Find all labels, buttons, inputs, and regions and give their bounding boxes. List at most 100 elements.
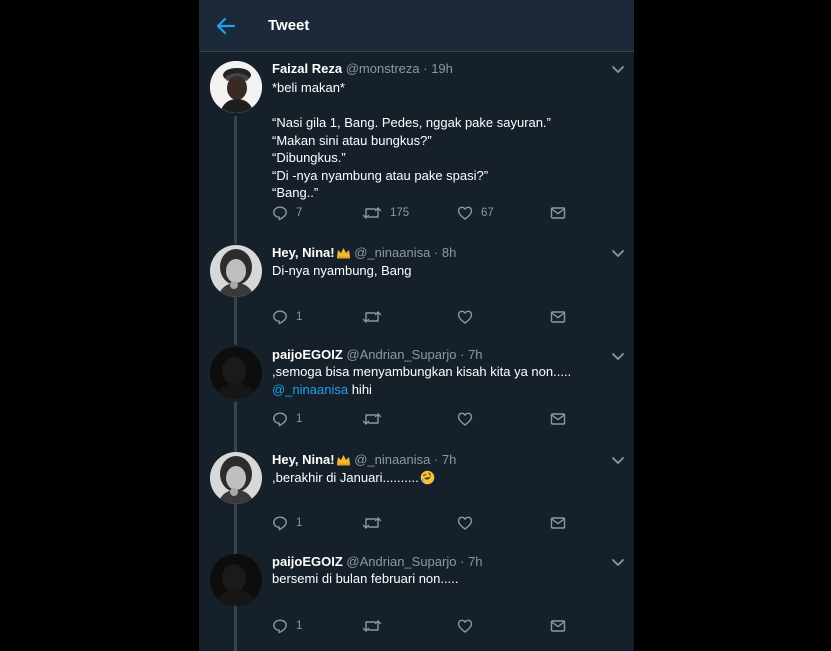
- tweet-text-line: “Makan sini atau bungkus?”: [272, 132, 432, 148]
- tweet[interactable]: Hey, Nina! @_ninaanisa · 8h Di-nya nyamb…: [199, 245, 634, 335]
- tweet-text: ,semoga bisa menyambungkan kisah kita ya…: [272, 363, 571, 398]
- rofl-emoji-icon: [420, 470, 434, 485]
- arrow-left-icon: [216, 17, 236, 35]
- username[interactable]: @_ninaanisa: [354, 245, 430, 260]
- retweet-icon: [362, 517, 382, 529]
- heart-icon: [457, 619, 473, 633]
- separator: ·: [423, 61, 428, 76]
- mention-link[interactable]: @_ninaanisa: [272, 382, 348, 397]
- retweet-button[interactable]: [362, 515, 390, 531]
- reply-button[interactable]: 7: [272, 205, 302, 221]
- chevron-down-icon[interactable]: [610, 556, 626, 570]
- tweet-text-line: Di-nya nyambung, Bang: [272, 263, 412, 278]
- crown-emoji-icon: [336, 248, 350, 259]
- retweet-count: 175: [390, 207, 410, 219]
- timestamp[interactable]: 7h: [468, 347, 482, 362]
- retweet-icon: [362, 620, 382, 632]
- like-button[interactable]: 67: [457, 205, 494, 221]
- tweet-meta: Hey, Nina! @_ninaanisa · 7h: [272, 452, 456, 468]
- timestamp[interactable]: 7h: [468, 554, 482, 569]
- display-name[interactable]: Hey, Nina!: [272, 245, 335, 260]
- username[interactable]: @_ninaanisa: [354, 452, 430, 467]
- direct-message-button[interactable]: [550, 618, 566, 634]
- tweet[interactable]: Hey, Nina! @_ninaanisa · 7h ,berakhir di…: [199, 452, 634, 542]
- mail-icon: [550, 413, 566, 425]
- chevron-down-icon[interactable]: [610, 63, 626, 77]
- display-name[interactable]: paijoEGOIZ: [272, 347, 343, 362]
- retweet-button[interactable]: [362, 411, 390, 427]
- timestamp[interactable]: 8h: [442, 245, 456, 260]
- reply-icon: [273, 619, 287, 634]
- reply-count: 1: [296, 517, 303, 529]
- reply-count: 1: [296, 413, 303, 425]
- like-button[interactable]: [457, 515, 481, 531]
- tweet-actions: 1: [272, 515, 572, 533]
- page-title: Tweet: [268, 17, 310, 34]
- chevron-down-icon[interactable]: [610, 454, 626, 468]
- reply-button[interactable]: 1: [272, 309, 302, 325]
- retweet-button[interactable]: [362, 618, 390, 634]
- avatar[interactable]: [210, 347, 262, 399]
- reply-button[interactable]: 1: [272, 515, 302, 531]
- tweet-actions: 1: [272, 309, 572, 327]
- username[interactable]: @Andrian_Suparjo: [346, 554, 456, 569]
- heart-icon: [457, 516, 473, 530]
- reply-button[interactable]: 1: [272, 411, 302, 427]
- top-bar: Tweet: [199, 0, 634, 52]
- heart-icon: [457, 412, 473, 426]
- separator: ·: [433, 245, 439, 260]
- reply-button[interactable]: 1: [272, 618, 302, 634]
- timestamp[interactable]: 7h: [442, 452, 456, 467]
- crown-emoji-icon: [336, 455, 350, 466]
- tweet-text-line: ,semoga bisa menyambungkan kisah kita ya…: [272, 364, 572, 379]
- avatar[interactable]: [210, 554, 262, 606]
- tweet-thread-panel: Tweet Faizal Reza @monstreza · 19h *beli: [199, 0, 634, 651]
- reply-count: 7: [296, 207, 303, 219]
- chevron-down-icon[interactable]: [610, 247, 626, 261]
- like-button[interactable]: [457, 411, 481, 427]
- username[interactable]: @monstreza: [346, 61, 420, 76]
- tweet-text-line: [272, 97, 551, 115]
- tweet-meta: Hey, Nina! @_ninaanisa · 8h: [272, 245, 456, 261]
- tweet-text-line: “Di -nya nyambung atau pake spasi?”: [272, 167, 489, 183]
- tweet-text: ,berakhir di Januari..........: [272, 469, 435, 487]
- avatar[interactable]: [210, 245, 262, 297]
- display-name[interactable]: Hey, Nina!: [272, 452, 335, 467]
- tweet-text: Di-nya nyambung, Bang: [272, 262, 411, 280]
- tweet[interactable]: paijoEGOIZ @Andrian_Suparjo · 7h ,semoga…: [199, 347, 634, 437]
- like-button[interactable]: [457, 309, 481, 325]
- tweet[interactable]: paijoEGOIZ @Andrian_Suparjo · 7h bersemi…: [199, 554, 634, 644]
- display-name[interactable]: paijoEGOIZ: [272, 554, 343, 569]
- tweet-actions: 1: [272, 618, 572, 636]
- username[interactable]: @Andrian_Suparjo: [346, 347, 456, 362]
- like-button[interactable]: [457, 618, 481, 634]
- tweet-text-suffix: hihi: [348, 381, 372, 397]
- tweet[interactable]: Faizal Reza @monstreza · 19h *beli makan…: [199, 61, 634, 231]
- retweet-button[interactable]: [362, 309, 390, 325]
- direct-message-button[interactable]: [550, 309, 566, 325]
- retweet-icon: [362, 207, 382, 219]
- heart-icon: [457, 310, 473, 324]
- display-name[interactable]: Faizal Reza: [272, 61, 342, 76]
- direct-message-button[interactable]: [550, 205, 566, 221]
- tweet-actions: 7 175 67: [272, 205, 572, 223]
- tweet-meta: paijoEGOIZ @Andrian_Suparjo · 7h: [272, 554, 483, 570]
- separator: ·: [433, 452, 439, 467]
- tweet-meta: Faizal Reza @monstreza · 19h: [272, 61, 453, 77]
- back-button[interactable]: [213, 14, 239, 38]
- direct-message-button[interactable]: [550, 515, 566, 531]
- tweet-text-line: @_ninaanisa hihi: [272, 381, 571, 399]
- separator: ·: [460, 554, 465, 569]
- mail-icon: [550, 620, 566, 632]
- separator: ·: [460, 347, 465, 362]
- direct-message-button[interactable]: [550, 411, 566, 427]
- mail-icon: [550, 517, 566, 529]
- retweet-button[interactable]: 175: [362, 205, 409, 221]
- reply-count: 1: [296, 311, 303, 323]
- timestamp[interactable]: 19h: [431, 61, 453, 76]
- tweet-meta: paijoEGOIZ @Andrian_Suparjo · 7h: [272, 347, 483, 363]
- chevron-down-icon[interactable]: [610, 350, 626, 364]
- reply-icon: [273, 412, 287, 427]
- avatar[interactable]: [210, 61, 262, 113]
- avatar[interactable]: [210, 452, 262, 504]
